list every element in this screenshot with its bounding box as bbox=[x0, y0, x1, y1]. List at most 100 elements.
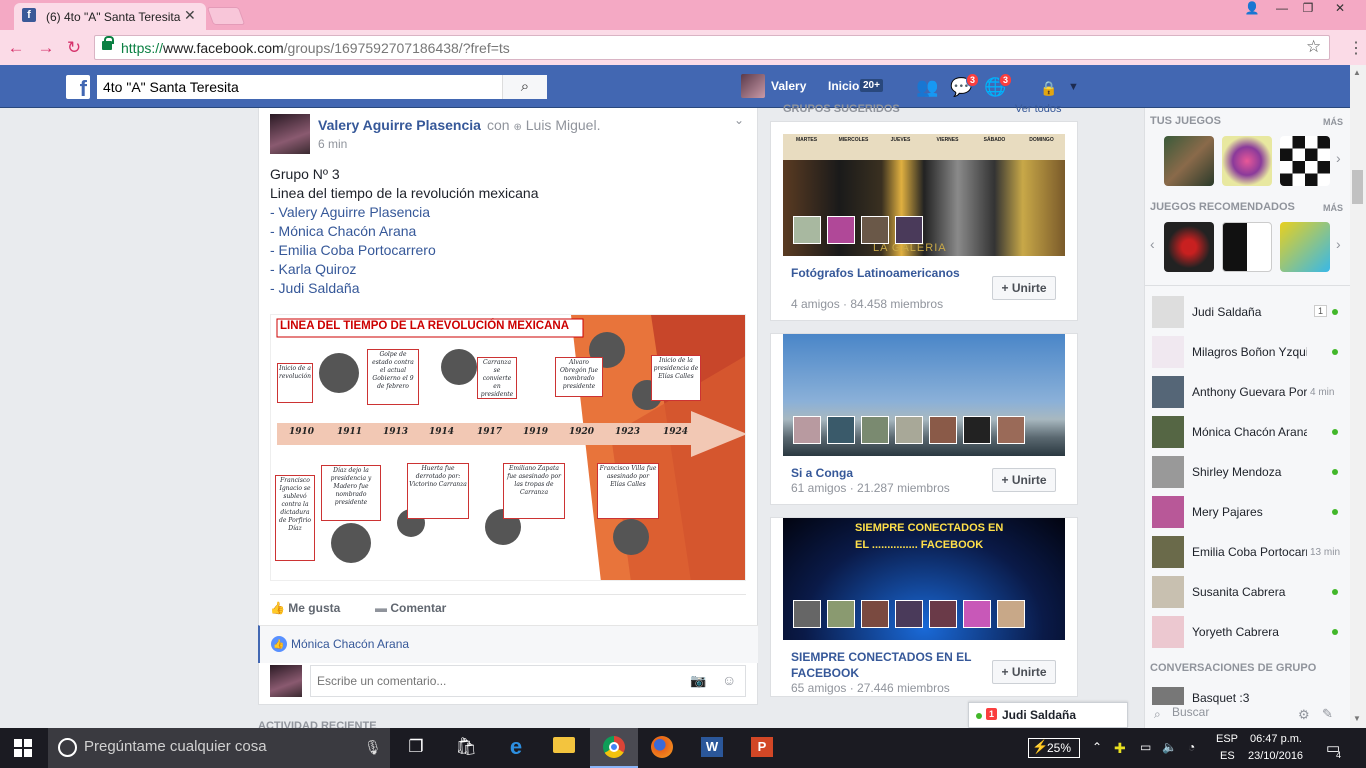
compose-icon[interactable]: ✎ bbox=[1322, 706, 1333, 722]
word-icon[interactable]: W bbox=[688, 728, 736, 768]
group-name[interactable]: Fotógrafos Latinoamericanos bbox=[791, 265, 981, 281]
show-hidden-icons-icon[interactable]: ⌃ bbox=[1092, 740, 1102, 754]
home-link[interactable]: Inicio bbox=[828, 79, 859, 93]
volume-icon[interactable]: 🔈 bbox=[1162, 740, 1177, 754]
close-tab-icon[interactable]: ✕ bbox=[184, 7, 196, 24]
cortana-search[interactable]: Pregúntame cualquier cosa bbox=[48, 728, 390, 768]
input-language[interactable]: ESP bbox=[1216, 733, 1238, 745]
comment-input[interactable] bbox=[310, 665, 746, 697]
power-icon[interactable]: ▭ bbox=[1140, 740, 1151, 754]
member-link[interactable]: - Emilia Coba Portocarrero bbox=[270, 242, 436, 258]
like-button[interactable]: 👍 Me gusta bbox=[270, 601, 340, 615]
see-all-link[interactable]: Ver todos bbox=[1015, 103, 1061, 115]
game-tile[interactable] bbox=[1280, 136, 1330, 186]
store-icon[interactable]: 🛍 bbox=[442, 728, 490, 768]
group-banner[interactable]: SIEMPRE CONECTADOS EN EL ...............… bbox=[783, 518, 1065, 640]
timeline-image[interactable]: LINEA DEL TIEMPO DE LA REVOLUCIÓN MEXICA… bbox=[270, 314, 746, 581]
restore-icon[interactable]: ❐ bbox=[1294, 0, 1322, 18]
member-link[interactable]: - Karla Quiroz bbox=[270, 261, 356, 277]
join-button[interactable]: + Unirte bbox=[992, 468, 1056, 492]
search-input[interactable] bbox=[97, 75, 502, 99]
address-bar[interactable]: https://www.facebook.com/groups/16975927… bbox=[94, 35, 1330, 60]
search-icon[interactable]: ⌕ bbox=[502, 75, 547, 99]
scroll-up-icon[interactable]: ▲ bbox=[1353, 68, 1361, 77]
post-timestamp[interactable]: 6 min bbox=[318, 137, 347, 151]
member-link[interactable]: - Valery Aguirre Plasencia bbox=[270, 204, 430, 220]
close-window-icon[interactable]: ✕ bbox=[1326, 0, 1354, 18]
join-button[interactable]: + Unirte bbox=[992, 276, 1056, 300]
tray-app-icon[interactable]: ✚ bbox=[1114, 740, 1126, 757]
minimize-icon[interactable]: — bbox=[1268, 0, 1296, 18]
firefox-icon[interactable] bbox=[638, 728, 686, 768]
game-tile[interactable] bbox=[1280, 222, 1330, 272]
task-view-icon[interactable]: ❐ bbox=[392, 728, 440, 768]
join-button[interactable]: + Unirte bbox=[992, 660, 1056, 684]
contact-item[interactable]: Susanita Cabrera bbox=[1150, 576, 1345, 616]
account-menu-icon[interactable]: ▼ bbox=[1068, 81, 1079, 93]
bookmark-star-icon[interactable]: ☆ bbox=[1306, 37, 1321, 57]
contact-item[interactable]: Shirley Mendoza bbox=[1150, 456, 1345, 496]
group-banner[interactable] bbox=[783, 334, 1065, 456]
profile-icon[interactable]: 👤 bbox=[1238, 0, 1266, 18]
contact-last-active: 13 min bbox=[1310, 547, 1341, 558]
browser-tab[interactable]: (6) 4to "A" Santa Teresita bbox=[14, 3, 206, 30]
scrollbar[interactable] bbox=[1350, 65, 1366, 728]
privacy-icon[interactable]: 🔒 bbox=[1040, 80, 1057, 97]
banner-day: SÁBADO bbox=[983, 137, 1006, 143]
contact-item[interactable]: Yoryeth Cabrera bbox=[1150, 616, 1345, 656]
game-tile[interactable] bbox=[1164, 136, 1214, 186]
contact-item[interactable]: Emilia Coba Portocarrero13 min bbox=[1150, 536, 1345, 576]
conversation-name[interactable]: Basquet :3 bbox=[1192, 691, 1249, 705]
game-tile[interactable] bbox=[1222, 222, 1272, 272]
chevron-left-icon[interactable]: ‹ bbox=[1150, 236, 1155, 252]
chevron-down-icon[interactable]: ⌄ bbox=[734, 113, 744, 127]
recommended-more-link[interactable]: MÁS bbox=[1323, 203, 1343, 213]
facebook-logo-icon[interactable]: f bbox=[66, 75, 90, 99]
chrome-icon[interactable] bbox=[590, 728, 638, 768]
conversation-avatar[interactable] bbox=[1152, 687, 1184, 705]
tagged-friend[interactable]: Luis Miguel. bbox=[526, 117, 601, 133]
new-tab-button[interactable] bbox=[206, 7, 246, 25]
clock-time[interactable]: 06:47 p.m. bbox=[1250, 733, 1302, 745]
emoji-icon[interactable]: ☺ bbox=[722, 672, 736, 688]
contact-avatar bbox=[1152, 536, 1184, 568]
powerpoint-icon[interactable]: P bbox=[738, 728, 786, 768]
member-link[interactable]: - Mónica Chacón Arana bbox=[270, 223, 416, 239]
back-icon[interactable]: ← bbox=[6, 38, 26, 58]
games-more-link[interactable]: MÁS bbox=[1323, 117, 1343, 127]
menu-icon[interactable]: ⋮ bbox=[1348, 38, 1364, 58]
member-link[interactable]: - Judi Saldaña bbox=[270, 280, 360, 296]
scroll-down-icon[interactable]: ▼ bbox=[1353, 714, 1361, 723]
post-author[interactable]: Valery Aguirre Plasencia bbox=[318, 117, 481, 133]
comment-button[interactable]: ▬ Comentar bbox=[375, 601, 446, 615]
friend-requests-icon[interactable]: 👥 bbox=[916, 77, 938, 98]
contact-item[interactable]: Anthony Guevara Portocarrero4 min bbox=[1150, 376, 1345, 416]
contact-item[interactable]: Mónica Chacón Arana bbox=[1150, 416, 1345, 456]
facebook-favicon-icon: f bbox=[22, 8, 36, 22]
group-name[interactable]: Si a Conga bbox=[791, 465, 981, 481]
windows-start-icon[interactable] bbox=[14, 739, 32, 757]
edge-icon[interactable]: e bbox=[492, 728, 540, 768]
group-name[interactable]: SIEMPRE CONECTADOS EN EL FACEBOOK bbox=[791, 649, 981, 681]
reload-icon[interactable]: ↻ bbox=[64, 38, 84, 58]
wifi-icon[interactable]: ◔ bbox=[1188, 740, 1195, 754]
contact-item[interactable]: Judi Saldaña 1 bbox=[1150, 296, 1345, 336]
author-avatar[interactable] bbox=[270, 114, 310, 154]
liker-link[interactable]: Mónica Chacón Arana bbox=[291, 637, 409, 651]
camera-icon[interactable]: 📷 bbox=[690, 673, 706, 689]
chat-search-input[interactable]: Buscar bbox=[1150, 705, 1345, 727]
gear-icon[interactable]: ⚙ bbox=[1298, 707, 1310, 723]
scrollbar-thumb[interactable] bbox=[1352, 170, 1363, 204]
game-tile[interactable] bbox=[1164, 222, 1214, 272]
chevron-right-icon[interactable]: › bbox=[1336, 150, 1341, 166]
file-explorer-icon[interactable] bbox=[540, 728, 588, 768]
microphone-icon[interactable]: 🎙 bbox=[364, 739, 382, 756]
game-tile[interactable] bbox=[1222, 136, 1272, 186]
contact-item[interactable]: Milagros Boñon Yzquierdo bbox=[1150, 336, 1345, 376]
contact-item[interactable]: Mery Pajares bbox=[1150, 496, 1345, 536]
chevron-right-icon[interactable]: › bbox=[1336, 236, 1341, 252]
profile-link[interactable]: Valery bbox=[771, 79, 806, 93]
avatar[interactable] bbox=[741, 74, 765, 98]
forward-icon[interactable]: → bbox=[36, 38, 56, 58]
group-banner[interactable]: MARTES MIERCOLES JUEVES VIERNES SÁBADO DOMING… bbox=[783, 134, 1065, 256]
